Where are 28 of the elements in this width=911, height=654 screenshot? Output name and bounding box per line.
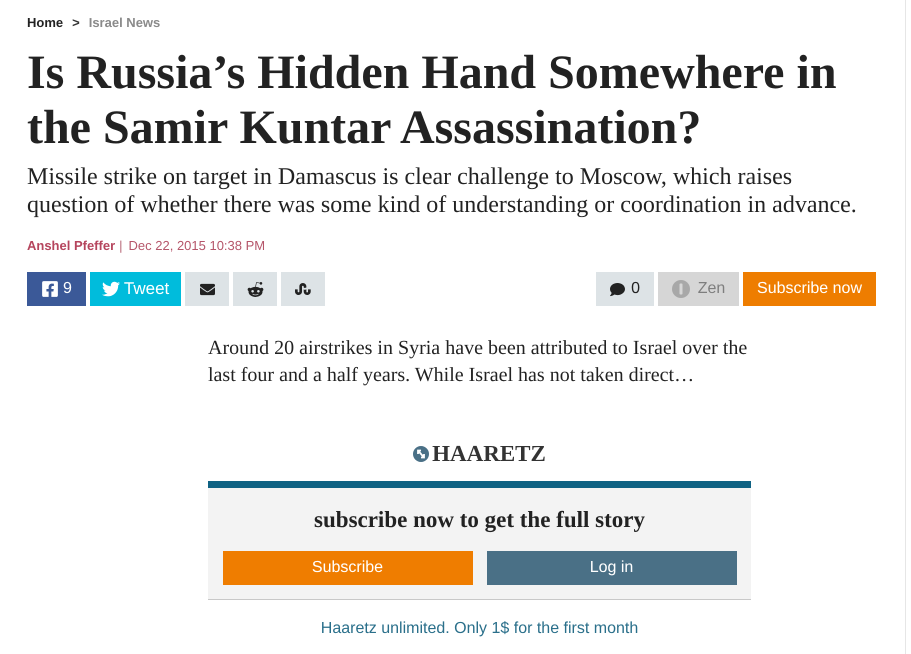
share-count-button[interactable]: 9 bbox=[27, 272, 86, 306]
circle-bar-icon bbox=[672, 280, 690, 298]
speech-bubble-icon bbox=[610, 282, 626, 296]
subheadline: Missile strike on target in Damascus is clear challenge to Moscow, which raises question of whether there was some kind of understanding or coordination in advance. bbox=[27, 163, 858, 219]
subscribe-button[interactable]: Subscribe bbox=[222, 551, 472, 585]
breadcrumb-link[interactable]: Home bbox=[27, 15, 64, 31]
share-button[interactable] bbox=[281, 272, 326, 306]
login-button[interactable]: Log in bbox=[486, 551, 736, 585]
comments-button[interactable]: 0 bbox=[596, 272, 654, 306]
byline-separator: | bbox=[119, 238, 123, 254]
paywall-heading: subscribe now to get the full story bbox=[314, 506, 645, 534]
su-logo-icon bbox=[295, 281, 312, 297]
bird-icon bbox=[102, 280, 120, 298]
f-logo-icon bbox=[41, 280, 59, 298]
headline: Is Russia’s Hidden Hand Somewhere in the Samir Kuntar Assassination? bbox=[27, 45, 838, 155]
publish-date: Dec 22, 2015 10:38 PM bbox=[128, 238, 266, 254]
envelope-icon bbox=[200, 282, 215, 296]
author-link[interactable]: Anshel Pfeffer bbox=[27, 238, 116, 254]
email-button[interactable] bbox=[185, 272, 230, 306]
brand-logo: HAARETZ bbox=[432, 443, 546, 465]
breadcrumb-separator: > bbox=[72, 15, 80, 31]
breadcrumb-link[interactable]: Israel News bbox=[88, 15, 160, 31]
article-teaser: Around 20 airstrikes in Syria have been attributed to Israel over the last four and a half years. While Israel has not taken direct… bbox=[208, 336, 748, 388]
alien-face-icon bbox=[246, 280, 264, 298]
share-button[interactable] bbox=[233, 272, 278, 306]
subscribe-button[interactable]: Subscribe now bbox=[743, 272, 876, 306]
offer-link[interactable]: Haaretz unlimited. Only 1$ for the first month bbox=[320, 619, 638, 639]
circle-logo-icon bbox=[413, 446, 430, 462]
